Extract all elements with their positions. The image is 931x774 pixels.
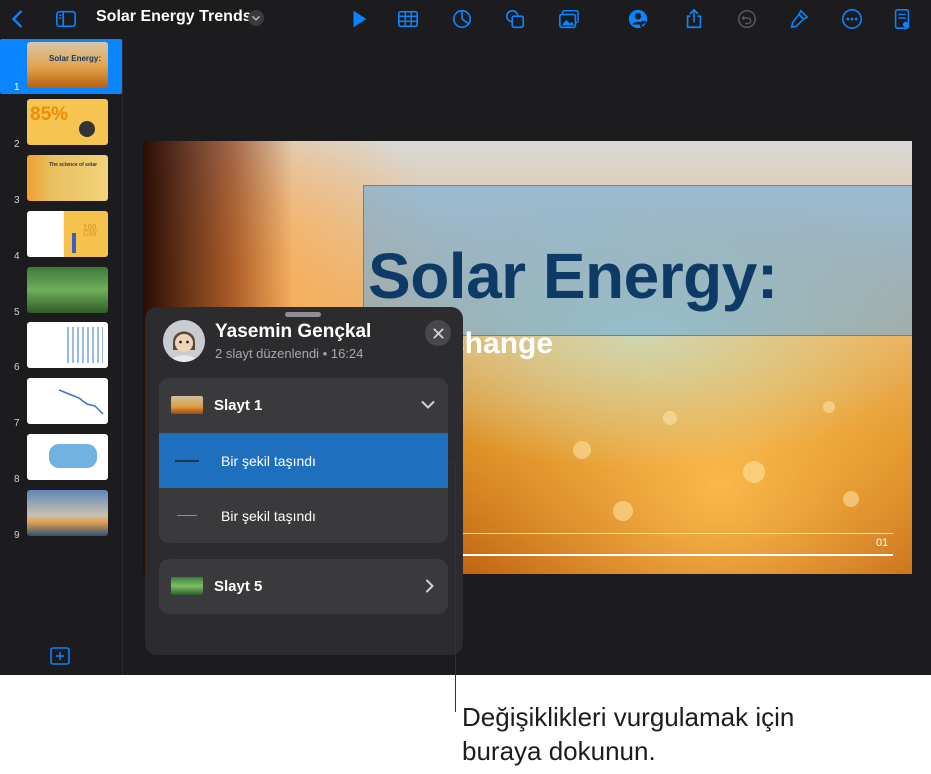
slide-thumbnail-image — [27, 322, 108, 368]
activity-popover: Yasemin Gençkal 2 slayt düzenlendi • 16:… — [145, 307, 463, 655]
slide-number: 8 — [14, 474, 20, 485]
slide-thumbnail-1[interactable]: Solar Energy: 1 — [0, 42, 122, 94]
sidebar-icon[interactable] — [53, 6, 79, 32]
change-label: Bir şekil taşındı — [221, 508, 316, 524]
media-icon[interactable] — [556, 6, 582, 32]
callout-line — [455, 462, 456, 712]
slide-thumbnail-image — [27, 267, 108, 313]
slide-number: 4 — [14, 251, 20, 262]
slide-group-label: Slayt 1 — [214, 397, 263, 414]
slide-thumbnail-image — [27, 434, 108, 480]
slide-thumbnail-7[interactable]: 7 — [0, 378, 122, 430]
change-row-highlighted[interactable]: Bir şekil taşındı — [159, 433, 448, 488]
slide-thumbnail-6[interactable]: 6 — [0, 322, 122, 374]
slide-thumbnail-5[interactable]: 5 — [0, 267, 122, 319]
slide-thumbnail-image: 85% — [27, 99, 108, 145]
slide-group-label: Slayt 5 — [214, 578, 263, 595]
slide-thumbnail-9[interactable]: 9 — [0, 490, 122, 542]
user-name: Yasemin Gençkal — [215, 321, 372, 342]
more-icon[interactable] — [839, 6, 865, 32]
slide-thumbnail-3[interactable]: The science of solar 3 — [0, 155, 122, 207]
slide-thumbnail-image: The science of solar — [27, 155, 108, 201]
change-thumbnail — [171, 507, 203, 525]
slide-thumbnail-image — [171, 396, 203, 414]
toolbar: Solar Energy Trends — [0, 0, 931, 37]
line-chart-graphic — [59, 389, 104, 415]
document-title[interactable]: Solar Energy Trends — [96, 8, 252, 26]
slide-divider — [443, 554, 893, 556]
change-row[interactable]: Bir şekil taşındı — [159, 488, 448, 543]
slide-thumbnail-2[interactable]: 85% 2 — [0, 99, 122, 151]
bokeh-light — [573, 441, 591, 459]
slide-thumbnail-image — [27, 490, 108, 536]
slide-title[interactable]: Solar Energy: — [368, 239, 778, 313]
slide-change-group-1: Slayt 1 Bir şekil taşındı Bir şekil taşı… — [159, 378, 448, 543]
chevron-right-icon — [426, 579, 434, 593]
change-thumbnail — [171, 452, 203, 470]
slide-thumbnail-image — [171, 577, 203, 595]
slide-page-number: 01 — [876, 537, 889, 549]
bokeh-light — [743, 461, 765, 483]
slide-thumbnail-text: 100 GW — [83, 223, 97, 238]
user-activity-summary: 2 slayt düzenlendi • 16:24 — [215, 346, 364, 361]
bokeh-light — [823, 401, 835, 413]
collaborate-icon[interactable] — [625, 6, 651, 32]
format-icon[interactable] — [786, 6, 812, 32]
table-icon[interactable] — [395, 6, 421, 32]
slide-thumbnail-4[interactable]: 100 GW 4 — [0, 211, 122, 263]
slide-number: 2 — [14, 139, 20, 150]
slide-number: 9 — [14, 530, 20, 541]
chevron-down-icon — [421, 401, 435, 409]
world-map-graphic — [49, 444, 97, 468]
avatar — [163, 320, 205, 362]
change-label: Bir şekil taşındı — [221, 453, 316, 469]
back-icon[interactable] — [5, 6, 31, 32]
shape-icon[interactable] — [502, 6, 528, 32]
add-slide-button[interactable] — [50, 647, 70, 665]
slide-change-group-2[interactable]: Slayt 5 — [159, 559, 448, 614]
co2-icon — [79, 121, 95, 137]
bokeh-light — [613, 501, 633, 521]
callout-text: Değişiklikleri vurgulamak için buraya do… — [462, 702, 795, 766]
popover-grabber[interactable] — [285, 312, 321, 317]
slide-thumbnail-8[interactable]: 8 — [0, 434, 122, 486]
chevron-down-icon[interactable] — [248, 10, 264, 26]
slide-group-header[interactable]: Slayt 1 — [159, 378, 448, 433]
close-icon — [432, 327, 444, 339]
slide-number: 5 — [14, 307, 20, 318]
chart-icon[interactable] — [449, 6, 475, 32]
slide-thumbnail-text: Solar Energy: — [49, 54, 102, 63]
slide-thumbnail-text: The science of solar — [49, 162, 98, 168]
slide-number: 7 — [14, 418, 20, 429]
document-icon[interactable] — [889, 6, 915, 32]
slide-divider — [443, 533, 893, 534]
close-button[interactable] — [425, 320, 451, 346]
slide-number: 3 — [14, 195, 20, 206]
slide-thumbnail-image: Solar Energy: — [27, 42, 108, 88]
play-icon[interactable] — [346, 6, 372, 32]
keynote-app: Solar Energy Trends Solar Energy: 1 85% … — [0, 0, 931, 675]
slide-thumbnail-image: 100 GW — [27, 211, 108, 257]
flower-graphic — [72, 233, 76, 253]
slide-number: 1 — [14, 82, 20, 93]
dot-grid-graphic — [67, 327, 103, 363]
bokeh-light — [663, 411, 677, 425]
slide-number: 6 — [14, 362, 20, 373]
bokeh-light — [843, 491, 859, 507]
slide-navigator: Solar Energy: 1 85% 2 The science of sol… — [0, 39, 123, 675]
slide-thumbnail-text: 85% — [30, 104, 69, 125]
share-icon[interactable] — [681, 6, 707, 32]
undo-icon[interactable] — [734, 6, 760, 32]
slide-thumbnail-image — [27, 378, 108, 424]
